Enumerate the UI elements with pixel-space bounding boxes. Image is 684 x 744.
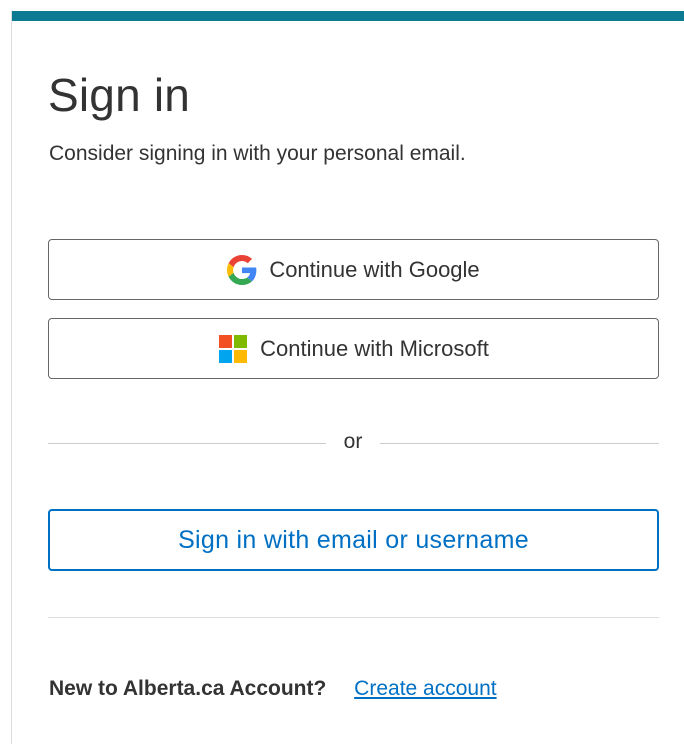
sign-in-card: Sign in Consider signing in with your pe… bbox=[11, 11, 684, 744]
new-account-text: New to Alberta.ca Account? bbox=[49, 677, 327, 700]
page-title: Sign in bbox=[48, 69, 191, 121]
or-divider: or bbox=[48, 429, 659, 453]
section-separator bbox=[48, 617, 659, 618]
microsoft-button-label: Continue with Microsoft bbox=[260, 335, 489, 361]
google-button-label: Continue with Google bbox=[269, 256, 480, 282]
google-icon bbox=[227, 254, 257, 285]
accent-top-bar bbox=[12, 11, 684, 21]
divider-or-text: or bbox=[343, 430, 363, 453]
divider-line-right bbox=[380, 443, 659, 444]
divider-line-left bbox=[48, 443, 326, 444]
microsoft-icon bbox=[218, 334, 248, 364]
page-subtitle: Consider signing in with your personal e… bbox=[49, 142, 466, 165]
sign-in-with-email-button[interactable]: Sign in with email or username bbox=[48, 509, 659, 571]
create-account-footer: New to Alberta.ca Account? Create accoun… bbox=[49, 675, 497, 703]
continue-with-microsoft-button[interactable]: Continue with Microsoft bbox=[48, 318, 659, 379]
create-account-link[interactable]: Create account bbox=[354, 677, 496, 700]
continue-with-google-button[interactable]: Continue with Google bbox=[48, 239, 659, 300]
